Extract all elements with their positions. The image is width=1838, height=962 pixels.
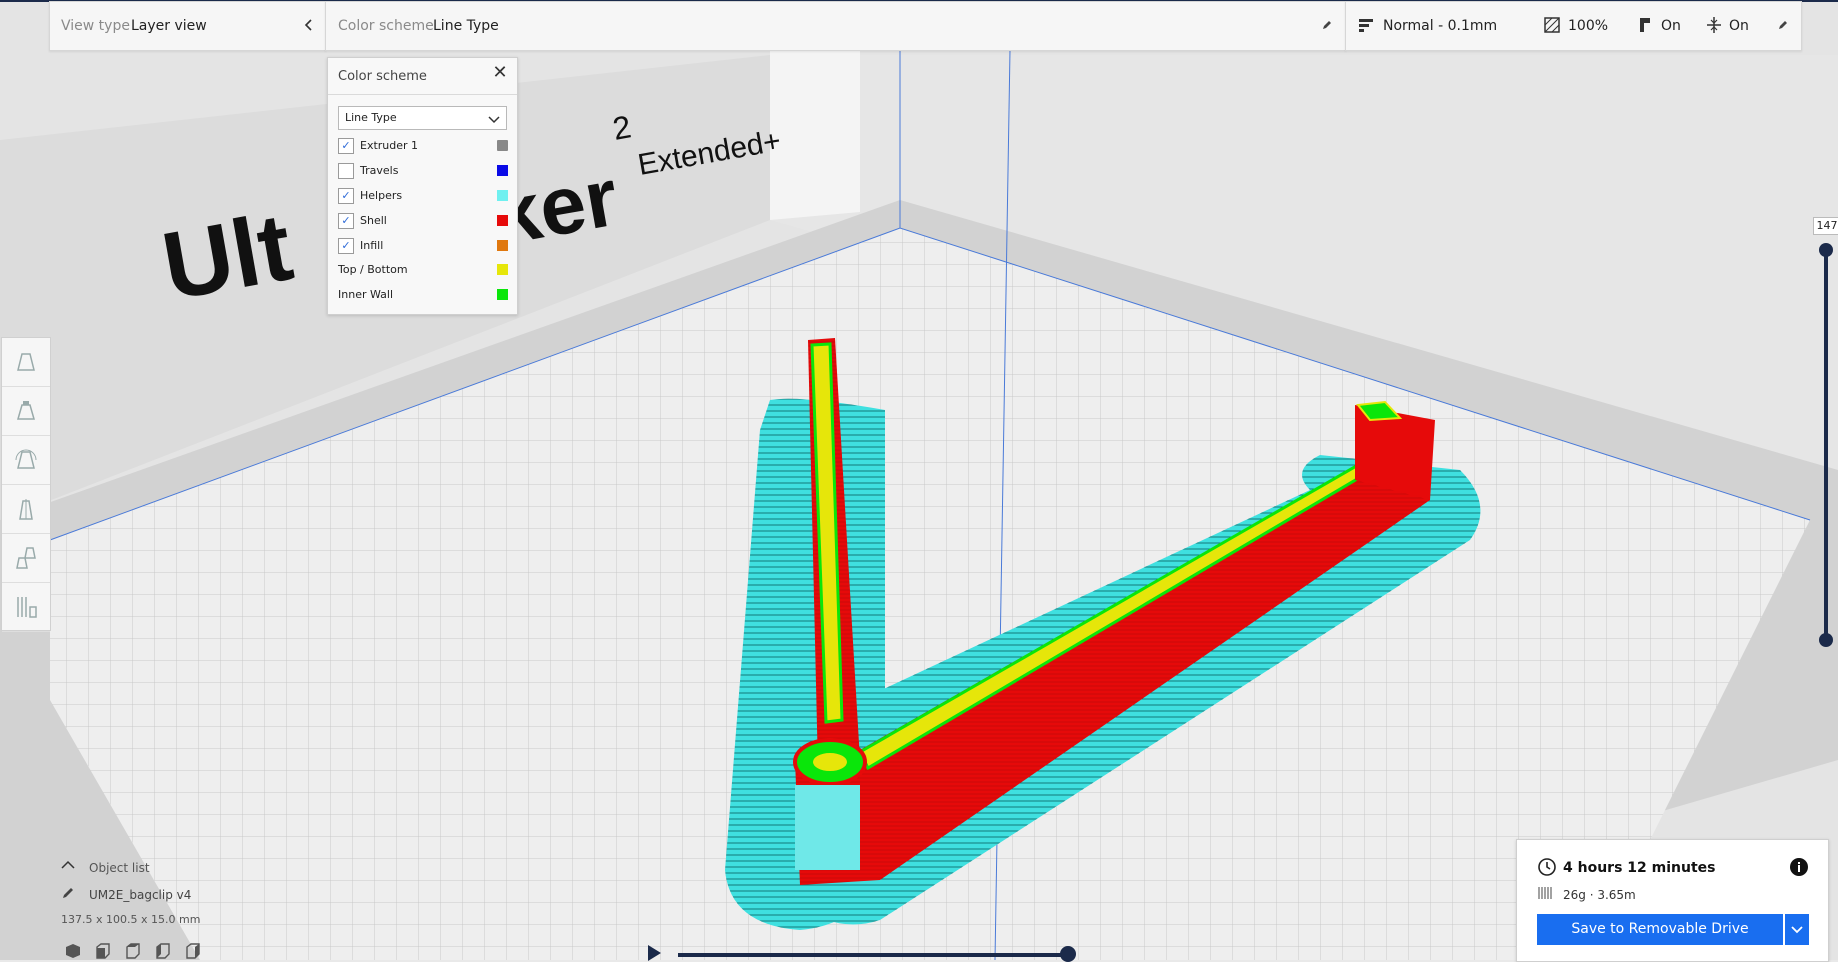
profile-icon — [1358, 16, 1376, 34]
checkbox-extruder-1[interactable]: ✓ — [338, 138, 354, 154]
chevron-left-icon[interactable] — [300, 16, 318, 34]
legend-label: Shell — [360, 214, 387, 227]
legend-swatch — [497, 215, 508, 226]
material-usage: 26g · 3.65m — [1563, 888, 1636, 902]
panel-title: Color scheme — [338, 69, 427, 84]
pencil-icon[interactable] — [1774, 16, 1792, 34]
front-view-icon[interactable] — [95, 943, 111, 959]
pencil-icon[interactable] — [1318, 16, 1336, 34]
infill-icon — [1543, 16, 1561, 34]
chevron-up-icon[interactable] — [61, 859, 77, 875]
clock-icon — [1537, 857, 1557, 881]
left-view-icon[interactable] — [155, 943, 171, 959]
support-value: On — [1661, 18, 1681, 34]
tool-toolbar — [1, 337, 51, 632]
save-options-dropdown[interactable] — [1785, 914, 1809, 945]
support-icon — [1636, 16, 1654, 34]
print-settings-header[interactable]: Normal - 0.1mm 100% On On — [1345, 1, 1802, 51]
legend-swatch — [497, 240, 508, 251]
play-icon[interactable] — [648, 945, 661, 961]
scale-tool-button[interactable] — [2, 387, 50, 436]
rotate-tool-button[interactable] — [2, 436, 50, 485]
view-type-value: Layer view — [131, 18, 207, 34]
legend-item-top-bottom: Top / Bottom — [338, 261, 508, 279]
view-type-label: View type — [61, 18, 130, 34]
rotate-icon — [15, 449, 37, 469]
legend-item-inner-wall: Inner Wall — [338, 286, 508, 304]
support-blocker-icon — [17, 597, 37, 618]
mirror-icon — [19, 499, 33, 520]
legend-swatch — [497, 264, 508, 275]
divider — [328, 94, 517, 95]
color-scheme-select[interactable]: Line Type — [338, 106, 507, 130]
object-list: Object list UM2E_bagclip v4 137.5 x 100.… — [60, 855, 320, 960]
chevron-down-icon — [488, 110, 500, 124]
color-scheme-panel: Color scheme ✕ Line Type ✓ Extruder 1 Tr… — [327, 57, 518, 315]
simulation-timeline[interactable] — [678, 953, 1068, 957]
printer-brand-left: Ult — [155, 193, 300, 321]
legend-label: Infill — [360, 239, 384, 252]
legend-label: Travels — [360, 164, 399, 177]
layer-slider-lower-handle[interactable] — [1819, 633, 1833, 647]
print-info-panel: 4 hours 12 minutes 26g · 3.65m Save to R… — [1516, 839, 1829, 962]
mirror-tool-button[interactable] — [2, 485, 50, 534]
material-spool-icon — [1537, 885, 1553, 905]
per-model-settings-button[interactable] — [2, 534, 50, 583]
legend-item-helpers[interactable]: ✓ Helpers — [338, 187, 508, 205]
legend-swatch — [497, 140, 508, 151]
legend-item-travels[interactable]: Travels — [338, 162, 508, 180]
support-blocker-button[interactable] — [2, 583, 50, 632]
close-icon[interactable]: ✕ — [491, 64, 509, 82]
3d-view-icon[interactable] — [65, 943, 81, 959]
select-value: Line Type — [345, 111, 397, 124]
infill-value: 100% — [1568, 18, 1609, 34]
object-name[interactable]: UM2E_bagclip v4 — [89, 888, 191, 902]
adhesion-icon — [1705, 16, 1723, 34]
legend-item-shell[interactable]: ✓ Shell — [338, 212, 508, 230]
legend-label: Extruder 1 — [360, 139, 419, 152]
right-view-icon[interactable] — [185, 943, 201, 959]
legend-item-infill[interactable]: ✓ Infill — [338, 237, 508, 255]
current-layer-label[interactable]: 147 — [1813, 217, 1838, 235]
view-type-selector[interactable]: View type Layer view — [49, 1, 326, 51]
profile-name: Normal - 0.1mm — [1383, 18, 1498, 34]
legend-item-extruder-1[interactable]: ✓ Extruder 1 — [338, 137, 508, 155]
save-to-removable-drive-button[interactable]: Save to Removable Drive — [1537, 914, 1783, 945]
legend-label: Inner Wall — [338, 288, 393, 301]
print-time: 4 hours 12 minutes — [1563, 860, 1716, 876]
legend-swatch — [497, 165, 508, 176]
info-icon[interactable] — [1789, 857, 1809, 881]
move-tool-button[interactable] — [2, 338, 50, 387]
checkbox-helpers[interactable]: ✓ — [338, 188, 354, 204]
3d-viewport[interactable]: Ult ker 2 Extended+ — [0, 0, 1838, 960]
move-icon — [17, 353, 35, 371]
object-dimensions: 137.5 x 100.5 x 15.0 mm — [61, 913, 201, 926]
color-scheme-label: Color scheme — [338, 18, 434, 34]
layer-slider-track[interactable] — [1824, 250, 1828, 640]
scale-icon — [17, 401, 35, 420]
color-scheme-header[interactable]: Color scheme Line Type — [325, 1, 1346, 51]
legend-swatch — [497, 190, 508, 201]
checkbox-infill[interactable]: ✓ — [338, 238, 354, 254]
pencil-icon[interactable] — [61, 886, 77, 902]
checkbox-travels[interactable] — [338, 163, 354, 179]
legend-swatch — [497, 289, 508, 300]
color-scheme-value: Line Type — [433, 18, 499, 34]
legend-label: Helpers — [360, 189, 403, 202]
adhesion-value: On — [1729, 18, 1749, 34]
per-model-settings-icon — [16, 547, 36, 569]
legend-label: Top / Bottom — [338, 263, 408, 276]
checkbox-shell[interactable]: ✓ — [338, 213, 354, 229]
layer-slider-upper-handle[interactable] — [1819, 243, 1833, 257]
chevron-down-icon — [1791, 926, 1803, 934]
object-list-header[interactable]: Object list — [89, 861, 150, 875]
top-view-icon[interactable] — [125, 943, 141, 959]
